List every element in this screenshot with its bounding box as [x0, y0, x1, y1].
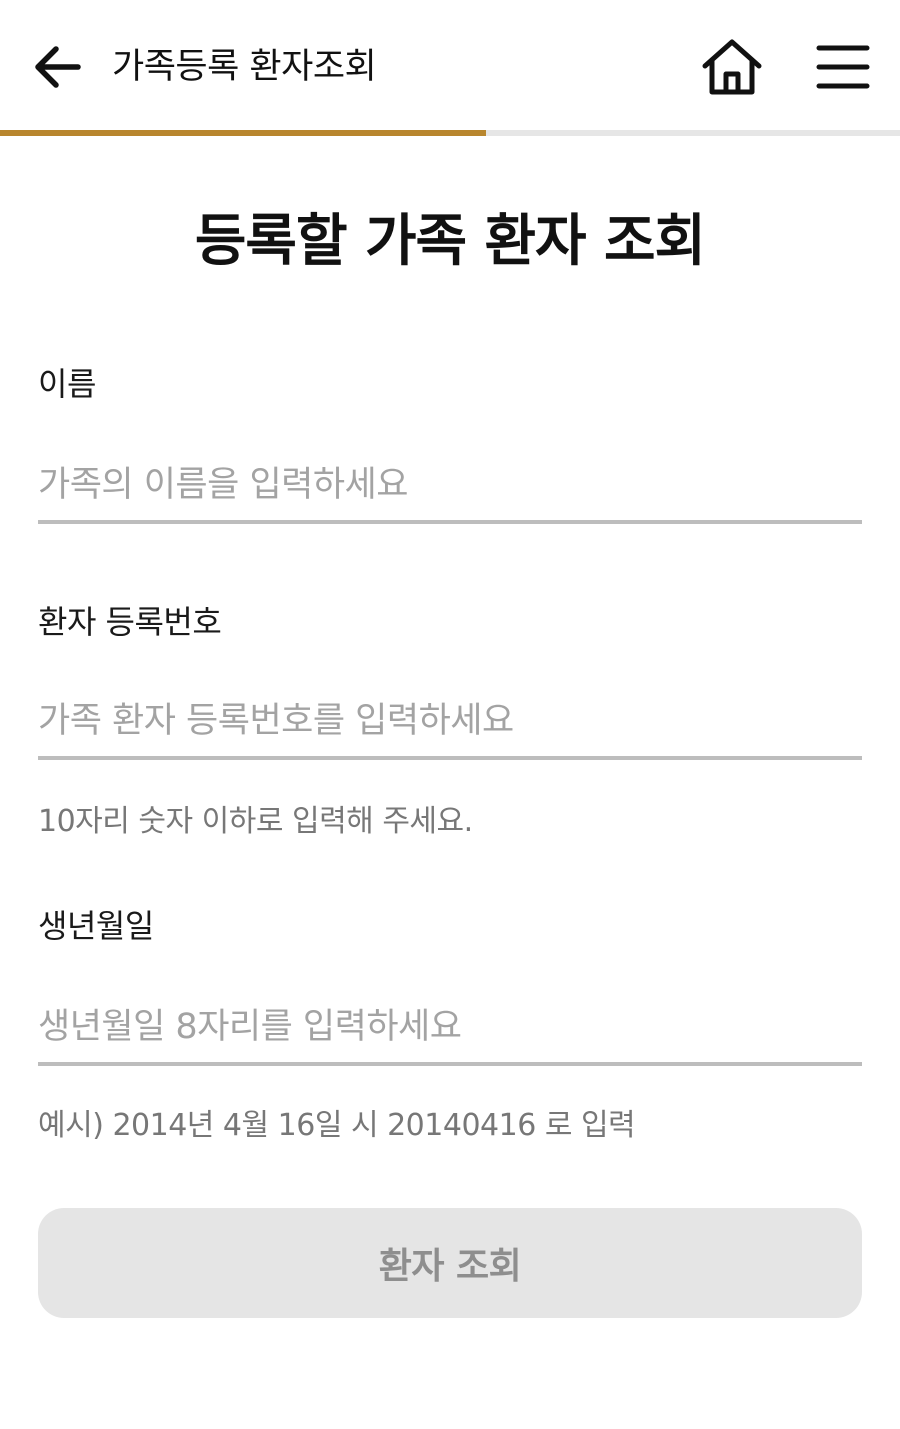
birthdate-label: 생년월일 — [38, 907, 154, 945]
name-input[interactable] — [38, 450, 862, 524]
menu-button[interactable] — [812, 36, 874, 98]
name-label: 이름 — [38, 365, 96, 403]
home-button[interactable] — [698, 34, 766, 100]
search-patient-button[interactable]: 환자 조회 — [38, 1208, 862, 1318]
app-header: 가족등록 환자조회 — [0, 0, 900, 130]
patient-number-input[interactable] — [38, 686, 862, 760]
birthdate-input[interactable] — [38, 992, 862, 1066]
progress-bar — [0, 130, 900, 136]
patient-number-helper: 10자리 숫자 이하로 입력해 주세요. — [38, 804, 473, 839]
arrow-left-icon — [35, 46, 81, 88]
progress-bar-fill — [0, 130, 486, 136]
hamburger-menu-icon — [816, 45, 870, 89]
birthdate-helper: 예시) 2014년 4월 16일 시 20140416 로 입력 — [38, 1108, 636, 1143]
page-title: 등록할 가족 환자 조회 — [194, 209, 706, 274]
header-title: 가족등록 환자조회 — [112, 47, 377, 87]
back-button[interactable] — [26, 36, 88, 98]
patient-number-label: 환자 등록번호 — [38, 603, 222, 641]
home-icon — [702, 39, 762, 95]
